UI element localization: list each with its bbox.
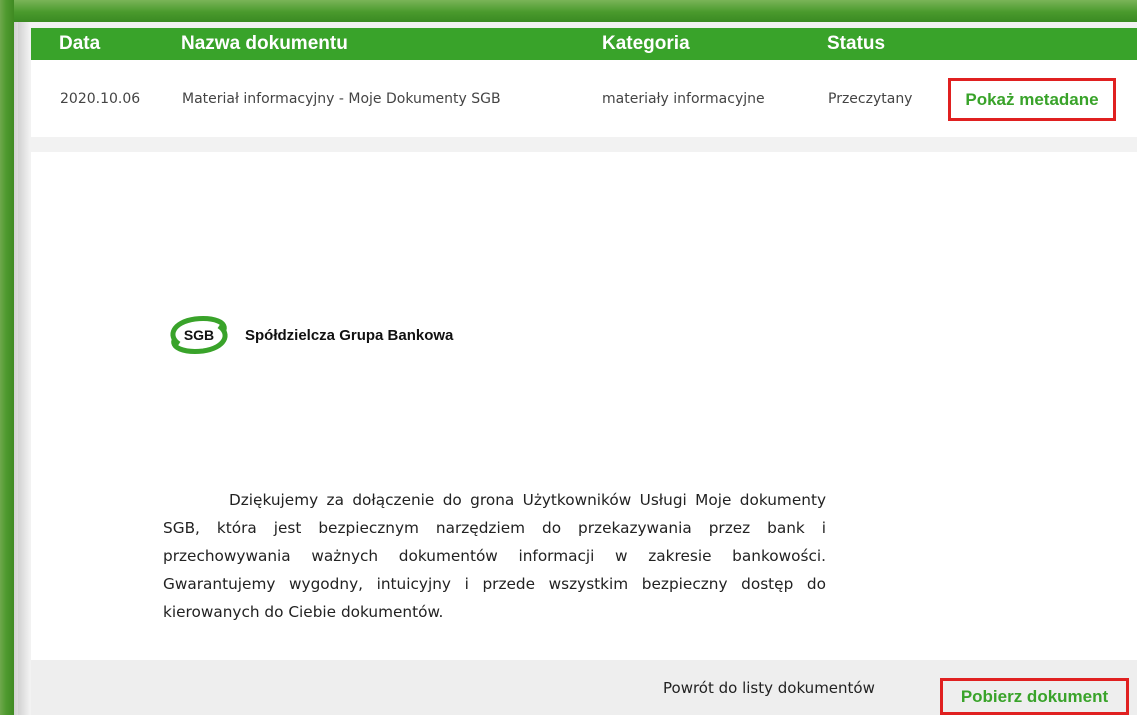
document-view: Data Nazwa dokumentu Kategoria Status 20… (18, 22, 1137, 715)
cell-status: Przeczytany (828, 91, 913, 107)
header-category: Kategoria (602, 33, 690, 54)
cell-name: Materiał informacyjny - Moje Dokumenty S… (182, 91, 501, 107)
table-header: Data Nazwa dokumentu Kategoria Status (31, 28, 1137, 60)
back-to-list-link[interactable]: Powrót do listy dokumentów (663, 679, 875, 697)
window-frame-left (0, 0, 14, 715)
header-status: Status (827, 33, 886, 54)
window-frame-top (0, 0, 1137, 22)
table-row: 2020.10.06 Materiał informacyjny - Moje … (31, 60, 1137, 137)
frame-shadow (14, 22, 30, 715)
document-footer: Powrót do listy dokumentów Pobierz dokum… (31, 660, 1137, 715)
sgb-logo-mark: SGB (184, 327, 214, 343)
document-paragraph: Dziękujemy za dołączenie do grona Użytko… (163, 491, 826, 621)
header-date: Data (59, 33, 101, 54)
cell-category: materiały informacyjne (602, 91, 765, 107)
cell-date: 2020.10.06 (60, 91, 141, 107)
logo-text: Spółdzielcza Grupa Bankowa (245, 326, 454, 344)
sgb-logo: SGB Spółdzielcza Grupa Bankowa (165, 314, 453, 356)
header-name: Nazwa dokumentu (181, 33, 348, 54)
show-metadata-button[interactable]: Pokaż metadane (948, 78, 1116, 121)
download-document-button[interactable]: Pobierz dokument (940, 678, 1129, 715)
document-preview: SGB Spółdzielcza Grupa Bankowa Dziękujem… (31, 152, 1137, 660)
sgb-logo-icon: SGB (170, 316, 228, 354)
